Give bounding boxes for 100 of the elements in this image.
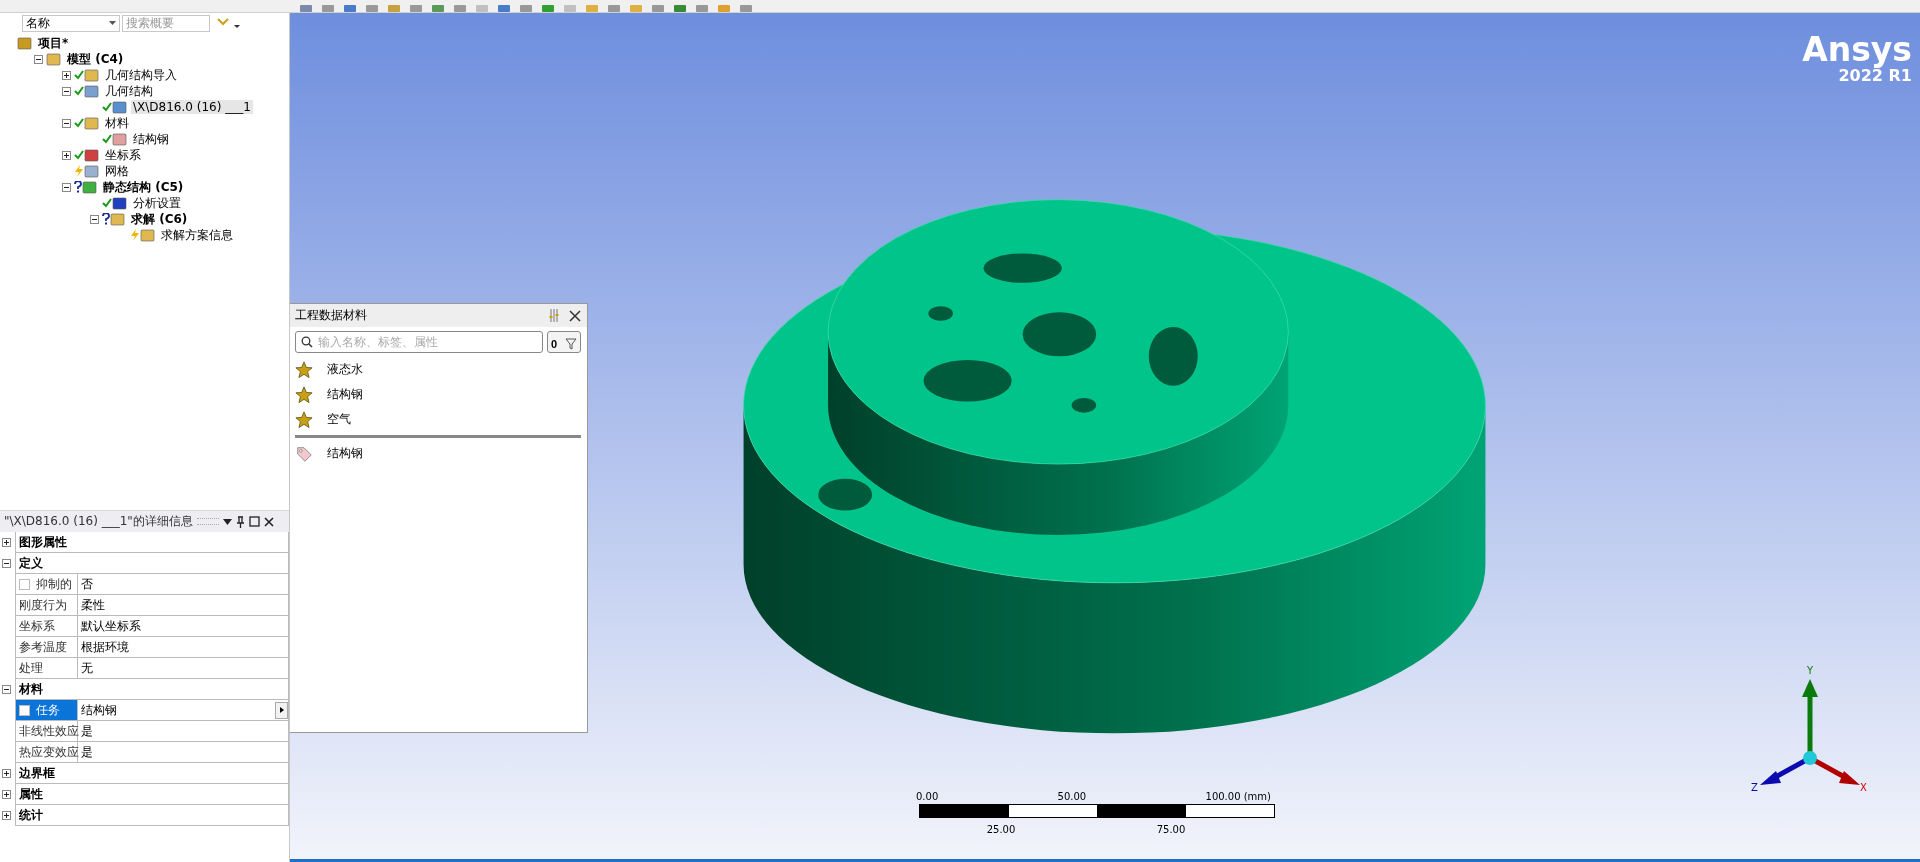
- question-icon: [102, 213, 110, 225]
- scale-label: 100.00 (mm): [1205, 791, 1271, 804]
- expand-toggle[interactable]: [2, 811, 11, 820]
- group-header[interactable]: 边界框: [15, 763, 289, 784]
- toolbar-icon[interactable]: [586, 5, 598, 12]
- toolbar-icon[interactable]: [652, 5, 664, 12]
- search-icon: [301, 336, 313, 348]
- toolbar-icon[interactable]: [520, 5, 532, 12]
- group-header[interactable]: 属性: [15, 784, 289, 805]
- check-icon: [102, 134, 112, 144]
- pin-icon[interactable]: [235, 515, 245, 528]
- toolbar-icon[interactable]: [608, 5, 620, 12]
- property-value: 无: [78, 658, 289, 679]
- toolbar-icon[interactable]: [718, 5, 730, 12]
- toolbar-icon[interactable]: [388, 5, 400, 12]
- sliders-icon[interactable]: [549, 309, 559, 322]
- property-label[interactable]: 抑制的: [15, 574, 78, 595]
- search-field[interactable]: 输入名称、标签、属性: [295, 331, 543, 353]
- toolbar-icon[interactable]: [366, 5, 378, 12]
- expand-toggle[interactable]: [2, 559, 11, 568]
- tree-item[interactable]: 分析设置: [131, 194, 183, 212]
- close-icon[interactable]: [569, 309, 581, 322]
- tree-item[interactable]: 几何结构导入: [103, 66, 179, 84]
- expand-toggle[interactable]: [62, 182, 71, 192]
- tree-item[interactable]: 材料: [103, 114, 131, 132]
- property-label[interactable]: 非线性效应: [15, 721, 78, 742]
- filter-icon: [565, 338, 577, 350]
- popup-title: 工程数据材料: [295, 307, 367, 324]
- property-label[interactable]: 刚度行为: [15, 595, 78, 616]
- scale-label: 50.00: [1057, 791, 1087, 804]
- tree-item[interactable]: 静态结构 (C5): [101, 178, 186, 196]
- toolbar-icon[interactable]: [476, 5, 488, 12]
- toolbar-icon[interactable]: [344, 5, 356, 12]
- close-icon[interactable]: [263, 516, 274, 527]
- tree-item[interactable]: 坐标系: [103, 146, 143, 164]
- property-label[interactable]: 参考温度: [15, 637, 78, 658]
- star-icon: [295, 410, 313, 429]
- expand-toggle[interactable]: [62, 70, 71, 80]
- tree-item[interactable]: \X\D816.0 (16) ___1: [131, 100, 253, 114]
- toolbar-icon[interactable]: [322, 5, 334, 12]
- tree-item[interactable]: 几何结构: [103, 82, 155, 100]
- property-label[interactable]: 任务: [15, 700, 78, 721]
- toolbar-icon[interactable]: [300, 5, 312, 12]
- toolbar-icon[interactable]: [542, 5, 554, 12]
- scale-label: 25.00: [986, 824, 1016, 837]
- material-item[interactable]: 结构钢: [327, 386, 363, 403]
- expand-toggle[interactable]: [62, 150, 71, 160]
- caret-icon[interactable]: [222, 518, 232, 525]
- tree-item[interactable]: 求解 (C6): [129, 210, 190, 228]
- axis-triad-drawing: Y Z X: [1750, 663, 1870, 793]
- property-label[interactable]: 坐标系: [15, 616, 78, 637]
- lightning-icon: [130, 229, 140, 241]
- tree-item[interactable]: 求解方案信息: [159, 226, 235, 244]
- search-field[interactable]: 搜索概要: [122, 14, 210, 32]
- toolbar-icon[interactable]: [696, 5, 708, 12]
- panel-title: "\X\D816.0 (16) ___1"的详细信息: [4, 513, 193, 530]
- expand-toggle[interactable]: [62, 118, 71, 128]
- checkbox[interactable]: [19, 578, 30, 590]
- expand-toggle[interactable]: [2, 790, 11, 799]
- property-label[interactable]: 处理: [15, 658, 78, 679]
- checkbox[interactable]: [19, 704, 30, 716]
- toolbar-icon[interactable]: [410, 5, 422, 12]
- expand-toggle[interactable]: [2, 769, 11, 778]
- group-header[interactable]: 图形属性: [15, 532, 289, 553]
- toolbar-icon[interactable]: [740, 5, 752, 12]
- property-value: 根据环境: [78, 637, 289, 658]
- scale-label: 75.00: [1156, 824, 1186, 837]
- tree-item[interactable]: 项目*: [36, 34, 71, 52]
- expand-toggle[interactable]: [2, 685, 11, 694]
- chevron-icon[interactable]: [216, 17, 242, 29]
- scale-label: 0.00: [916, 791, 939, 804]
- expand-toggle[interactable]: [62, 86, 71, 96]
- material-item[interactable]: 结构钢: [327, 445, 363, 462]
- toolbar-icon[interactable]: [498, 5, 510, 12]
- toolbar-icon[interactable]: [630, 5, 642, 12]
- check-icon: [74, 118, 84, 128]
- graphics-viewport[interactable]: Ansys 2022 R1 0.00 50.00 100.00 (mm) 25.00 75.00 Y Z X 工程数据材料 输入名称、标签、属性 0 液态水 结构钢 空气 结构钢: [290, 13, 1920, 862]
- logo-name: Ansys: [1802, 33, 1912, 66]
- toolbar-icon[interactable]: [432, 5, 444, 12]
- expand-toggle[interactable]: [34, 54, 43, 64]
- filter-button[interactable]: 0: [547, 331, 581, 353]
- check-icon: [102, 198, 112, 208]
- material-item[interactable]: 液态水: [327, 361, 363, 378]
- dropdown-button[interactable]: [275, 701, 288, 719]
- toolbar-icon[interactable]: [674, 5, 686, 12]
- tree-item[interactable]: 结构钢: [131, 130, 171, 148]
- maximize-icon[interactable]: [248, 516, 260, 527]
- toolbar-icon[interactable]: [454, 5, 466, 12]
- tree-item[interactable]: 模型 (C4): [65, 50, 126, 68]
- expand-toggle[interactable]: [90, 214, 99, 224]
- star-icon: [295, 360, 313, 379]
- toolbar-icon[interactable]: [564, 5, 576, 12]
- sort-dropdown[interactable]: 名称: [22, 14, 120, 32]
- caret-icon: [279, 707, 284, 713]
- group-header[interactable]: 统计: [15, 805, 289, 826]
- property-value: 是: [78, 742, 289, 763]
- property-label[interactable]: 热应变效应: [15, 742, 78, 763]
- material-item[interactable]: 空气: [327, 411, 351, 428]
- tree-item[interactable]: 网格: [103, 162, 131, 180]
- expand-toggle[interactable]: [2, 538, 11, 547]
